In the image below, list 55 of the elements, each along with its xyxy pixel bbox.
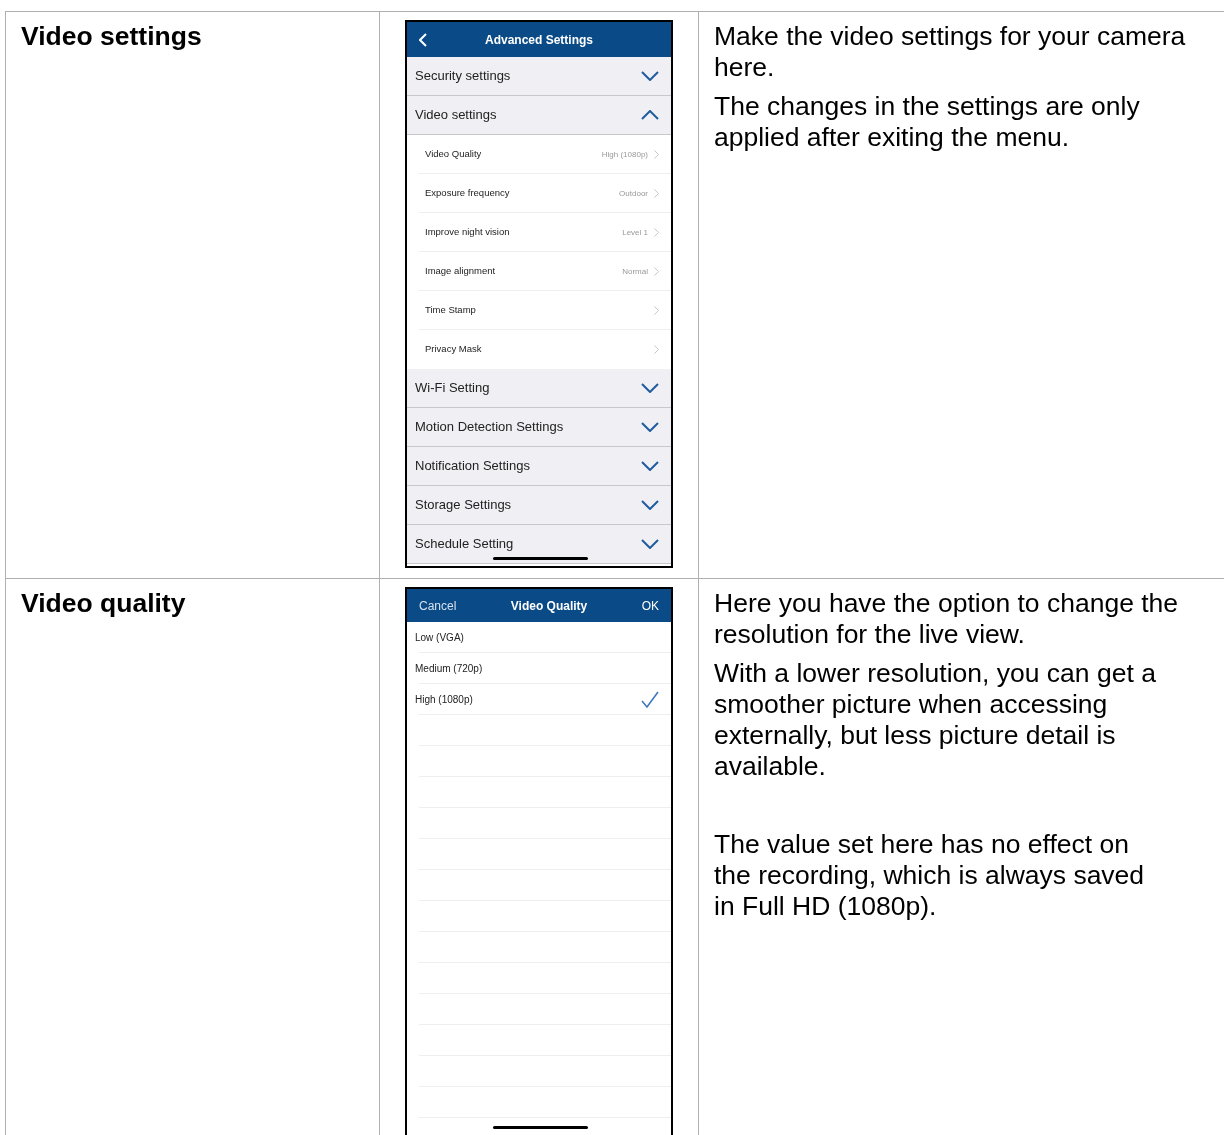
item-label: Exposure frequency	[425, 186, 510, 201]
description-paragraph: The changes in the settings are only applied after exiting the menu.	[714, 91, 1141, 153]
chevron-down-icon	[641, 461, 659, 471]
option-label: High (1080p)	[415, 693, 473, 707]
option-label: Medium (720p)	[415, 662, 483, 676]
section-label: Wi-Fi Setting	[415, 379, 490, 398]
chevron-right-icon	[654, 345, 659, 354]
item-value: Outdoor	[619, 187, 648, 200]
item-value: Normal	[622, 265, 648, 278]
section-label: Notification Settings	[415, 457, 530, 476]
chevron-down-icon	[641, 422, 659, 432]
chevron-up-icon	[641, 110, 659, 120]
chevron-down-icon	[641, 500, 659, 510]
item-label: Privacy Mask	[425, 342, 482, 357]
chevron-down-icon	[641, 539, 659, 549]
chevron-right-icon	[654, 228, 659, 237]
chevron-down-icon	[641, 383, 659, 393]
section-label: Storage Settings	[415, 496, 512, 515]
section-label: Video settings	[415, 106, 497, 125]
section-label: Motion Detection Settings	[415, 418, 564, 437]
item-label: Image alignment	[425, 264, 496, 279]
chevron-right-icon	[654, 267, 659, 276]
item-value: Level 1	[622, 226, 648, 239]
chevron-down-icon	[641, 71, 659, 81]
screen-title: Advanced Settings	[484, 31, 594, 49]
row-title: Video quality	[21, 588, 186, 618]
screen-title: Video Quality	[510, 597, 588, 615]
settings-section[interactable]: Video settings	[407, 96, 671, 135]
chevron-right-icon	[654, 306, 659, 315]
back-icon[interactable]	[419, 32, 427, 47]
item-label: Improve night vision	[425, 225, 510, 240]
item-value: High (1080p)	[601, 148, 648, 161]
cancel-button[interactable]: Cancel	[419, 596, 457, 615]
settings-section[interactable]: Notification Settings	[407, 447, 671, 486]
settings-section[interactable]: Wi-Fi Setting	[407, 369, 671, 408]
description-paragraph: The value set here has no effect on the recording, which is always saved in Full HD (1080p).	[714, 829, 1146, 922]
section-label: Schedule Setting	[415, 535, 514, 554]
item-label: Time Stamp	[425, 303, 476, 318]
description-paragraph: Here you have the option to change the resolution for the live view.	[714, 588, 1180, 650]
option-row[interactable]: Low (VGA)	[407, 622, 671, 653]
chevron-right-icon	[654, 150, 659, 159]
settings-section[interactable]: Storage Settings	[407, 486, 671, 525]
row-title: Video settings	[21, 21, 202, 51]
section-label: Security settings	[415, 67, 511, 86]
settings-section[interactable]: Motion Detection Settings	[407, 408, 671, 447]
description-paragraph: Make the video settings for your camera here.	[714, 21, 1187, 83]
settings-section[interactable]: Schedule Setting	[407, 525, 671, 564]
option-row[interactable]: High (1080p)	[407, 684, 671, 715]
item-label: Video Quality	[425, 147, 482, 162]
option-label: Low (VGA)	[415, 631, 464, 645]
settings-section[interactable]: Security settings	[407, 57, 671, 96]
option-row[interactable]: Medium (720p)	[407, 653, 671, 684]
ok-button[interactable]: OK	[641, 596, 659, 615]
chevron-right-icon	[654, 189, 659, 198]
description-paragraph: With a lower resolution, you can get a smoother picture when accessing externally, but less picture detail is available.	[714, 658, 1157, 782]
